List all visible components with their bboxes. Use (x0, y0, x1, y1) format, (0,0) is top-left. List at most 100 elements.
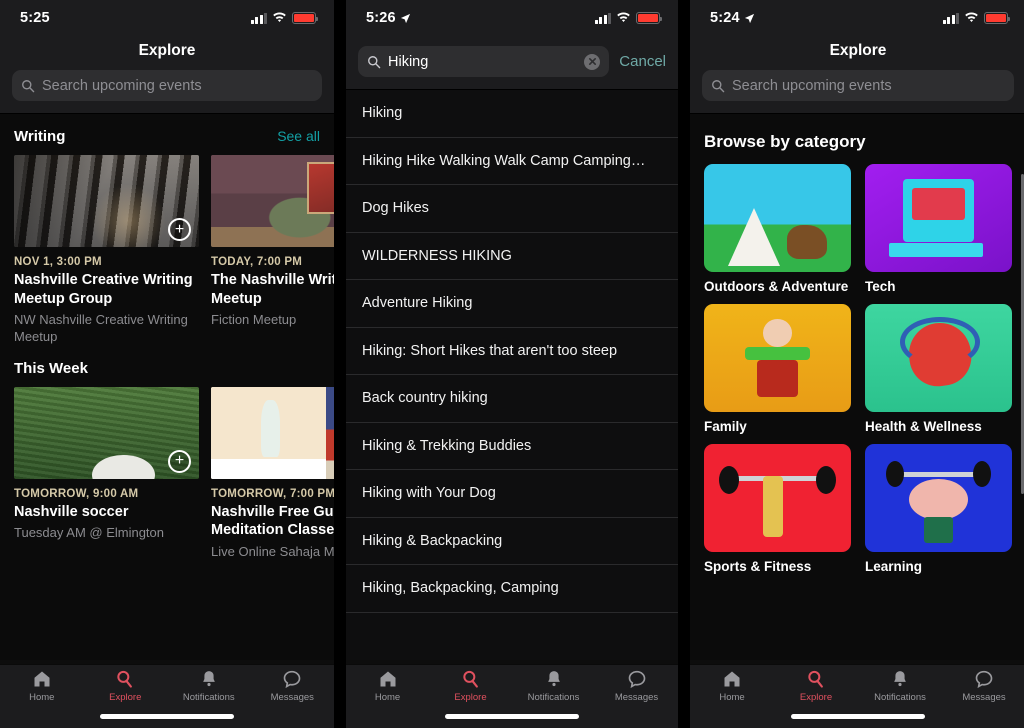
category-image (704, 304, 851, 412)
cancel-button[interactable]: Cancel (619, 53, 666, 70)
home-indicator[interactable] (445, 714, 579, 719)
event-group: Tuesday AM @ Elmington (14, 525, 165, 541)
event-title: Nashville soccer (14, 503, 129, 520)
status-bar: 5:26 (346, 0, 678, 36)
plus-circle-icon[interactable]: + (168, 218, 191, 241)
list-item[interactable]: WILDERNESS HIKING (346, 233, 678, 280)
category-card[interactable]: Family (704, 304, 851, 434)
category-image (704, 444, 851, 552)
tab-bar: Home Explore Notifications Messages (690, 664, 1024, 728)
home-indicator[interactable] (100, 714, 234, 719)
status-time: 5:26 (366, 10, 411, 26)
event-datetime: TODAY, 7:00 PM (211, 256, 303, 268)
category-card[interactable]: Health & Wellness (865, 304, 1012, 434)
category-image (704, 164, 851, 272)
explore-content: Writing See all + NOV 1, 3:00 PM Nashvil… (0, 114, 334, 660)
search-row: Hiking Cancel (358, 46, 666, 77)
cellular-icon (594, 12, 611, 24)
tab-label: Explore (454, 692, 487, 703)
tab-label: Messages (614, 692, 659, 703)
categories-content: Browse by category Outdoors & Adventure … (690, 114, 1024, 660)
status-bar: 5:24 (690, 0, 1024, 36)
event-thumbnail[interactable] (211, 155, 334, 247)
chat-bubble-icon (628, 670, 645, 689)
search-value: Hiking (388, 53, 429, 70)
event-image (211, 386, 334, 479)
tab-explore[interactable]: Explore (774, 669, 858, 703)
tab-messages[interactable]: Messages (595, 669, 678, 703)
list-item[interactable]: Adventure Hiking (346, 280, 678, 328)
wifi-icon (965, 12, 978, 23)
search-input[interactable]: Hiking (358, 46, 610, 77)
event-card[interactable]: + NOV 1, 3:00 PM Nashville Creative Writ… (14, 155, 199, 346)
tab-messages[interactable]: Messages (942, 669, 1024, 703)
category-label: Learning (865, 559, 923, 574)
list-item[interactable]: Hiking with Your Dog (346, 470, 678, 518)
suggestion-list: Hiking Hiking Hike Walking Walk Camp Cam… (346, 90, 678, 660)
event-thumbnail[interactable]: + (14, 386, 199, 479)
event-card[interactable]: TOMORROW, 7:00 PM Nashville Free Guided … (211, 386, 334, 561)
category-card[interactable]: Learning (865, 444, 1012, 574)
section-header-this-week: This Week (0, 346, 334, 387)
category-card[interactable]: Outdoors & Adventure (704, 164, 851, 294)
tab-home[interactable]: Home (690, 669, 774, 703)
event-card[interactable]: TODAY, 7:00 PM The Nashville Writing Mee… (211, 155, 334, 346)
nav-header: Hiking Cancel (346, 36, 678, 89)
tab-home[interactable]: Home (346, 669, 429, 703)
page-title: Explore (138, 42, 196, 59)
bell-icon (894, 671, 906, 687)
category-card[interactable]: Tech (865, 164, 1012, 294)
list-item[interactable]: Hiking & Trekking Buddies (346, 423, 678, 470)
list-item[interactable]: Hiking Hike Walking Walk Camp Camping… (346, 138, 678, 185)
tab-notifications[interactable]: Notifications (512, 669, 595, 703)
phone-explore-home: 5:25 Explore Search upcoming events Writ… (0, 0, 334, 728)
event-thumbnail[interactable] (211, 386, 334, 479)
category-card[interactable]: Sports & Fitness (704, 444, 851, 574)
home-icon (724, 671, 740, 687)
search-row: Search upcoming events (702, 70, 1014, 101)
search-icon (462, 670, 478, 688)
tab-label: Messages (270, 692, 314, 703)
tab-label: Explore (109, 692, 142, 703)
tab-explore[interactable]: Explore (84, 669, 168, 703)
event-title: The Nashville Writing Meetup (211, 272, 334, 307)
cellular-icon (250, 12, 267, 24)
status-time-text: 5:24 (710, 10, 740, 26)
status-time-text: 5:26 (366, 10, 396, 26)
tab-label: Messages (962, 692, 1006, 703)
status-indicators (942, 12, 1011, 24)
list-item[interactable]: Dog Hikes (346, 185, 678, 233)
tab-explore[interactable]: Explore (429, 669, 512, 703)
search-input[interactable]: Search upcoming events (12, 70, 322, 101)
home-indicator[interactable] (791, 714, 925, 719)
section-title: This Week (14, 359, 88, 377)
search-icon (712, 79, 725, 92)
nav-header: Explore Search upcoming events (0, 36, 334, 113)
category-label: Outdoors & Adventure (704, 279, 849, 294)
list-item[interactable]: Hiking, Backpacking, Camping (346, 565, 678, 613)
event-datetime: NOV 1, 3:00 PM (14, 256, 102, 268)
list-item[interactable]: Hiking & Backpacking (346, 518, 678, 565)
event-card[interactable]: + TOMORROW, 9:00 AM Nashville soccer Tue… (14, 386, 199, 561)
category-label: Family (704, 419, 747, 434)
clear-circle-icon[interactable] (584, 53, 601, 70)
category-label: Tech (865, 279, 896, 294)
event-thumbnail[interactable]: + (14, 155, 199, 247)
plus-circle-icon[interactable]: + (168, 449, 191, 473)
tab-label: Notifications (527, 692, 580, 703)
list-item[interactable]: Hiking: Short Hikes that aren't too stee… (346, 328, 678, 375)
list-item[interactable]: Back country hiking (346, 375, 678, 423)
bell-icon (202, 671, 215, 687)
status-indicators (594, 12, 663, 24)
tab-bar: Home Explore Notifications Messages (0, 664, 334, 728)
tab-home[interactable]: Home (0, 669, 84, 703)
status-time: 5:24 (710, 10, 755, 26)
search-input[interactable]: Search upcoming events (702, 70, 1014, 101)
tab-notifications[interactable]: Notifications (858, 669, 942, 703)
tab-notifications[interactable]: Notifications (167, 669, 251, 703)
tab-messages[interactable]: Messages (251, 669, 335, 703)
see-all-link[interactable]: See all (277, 128, 320, 144)
tab-label: Home (374, 692, 401, 703)
list-item[interactable]: Hiking (346, 90, 678, 138)
phone-search-suggestions: 5:26 Hiking Cancel Hiking Hiking Hike Wa… (346, 0, 678, 728)
